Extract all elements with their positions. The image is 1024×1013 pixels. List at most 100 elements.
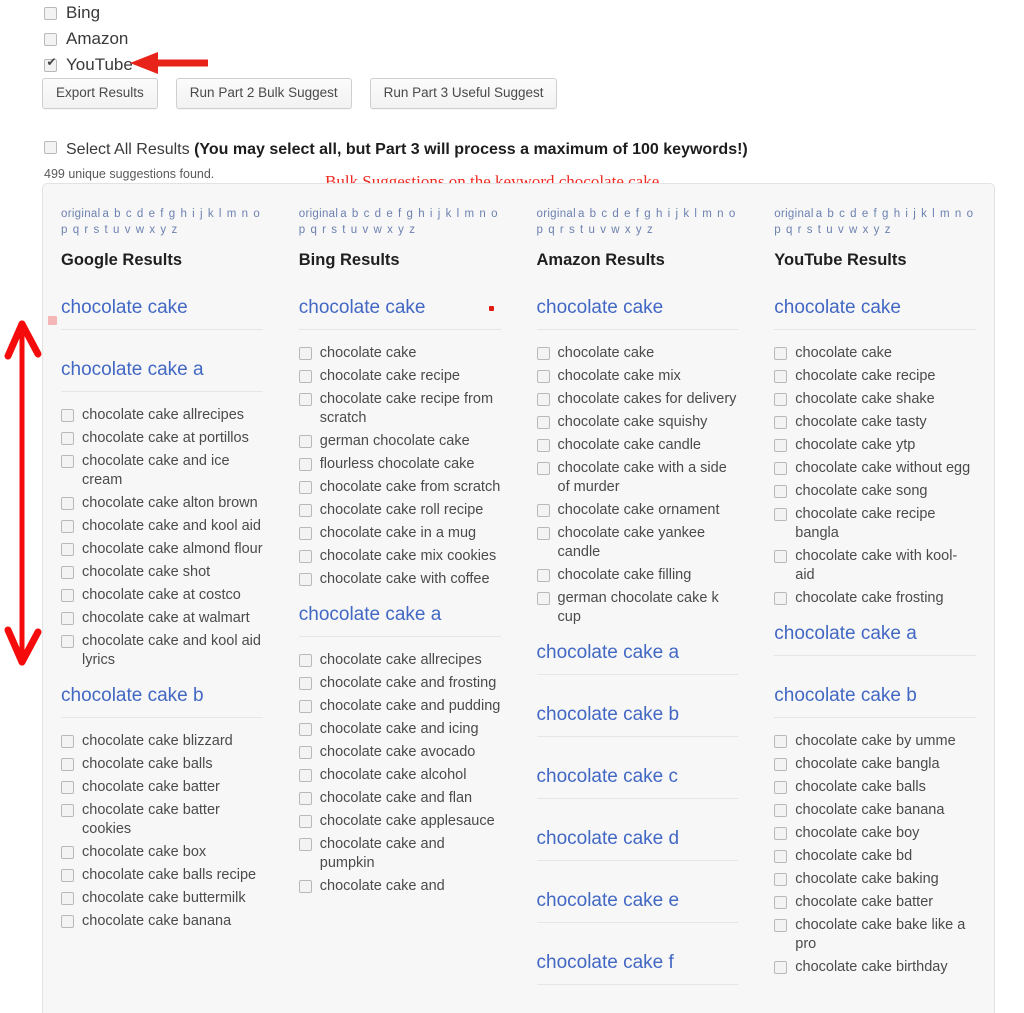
suggestion-checkbox[interactable] [774, 508, 788, 521]
suggestion-checkbox[interactable] [61, 520, 74, 533]
suggestion-item[interactable]: chocolate cake and kool aid lyrics [61, 632, 263, 670]
suggestion-item[interactable]: chocolate cake ornament [536, 501, 739, 520]
suggestion-item[interactable]: chocolate cake without egg [774, 459, 976, 478]
alphabet-nav[interactable]: original a b c d e f g h i j k l m n o p … [299, 206, 501, 238]
suggestion-item[interactable]: chocolate cake box [61, 843, 263, 862]
suggestion-item[interactable]: chocolate cake shake [774, 390, 976, 409]
suggestion-checkbox[interactable] [61, 846, 74, 859]
suggestion-item[interactable]: chocolate cake and flan [298, 789, 501, 808]
suggestion-item[interactable]: chocolate cake batter [774, 893, 976, 912]
suggestion-checkbox[interactable] [536, 569, 550, 582]
suggestion-checkbox[interactable] [536, 462, 550, 475]
suggestion-item[interactable]: chocolate cake and pudding [298, 697, 501, 716]
suggestion-checkbox[interactable] [61, 497, 74, 510]
suggestion-item[interactable]: chocolate cake batter cookies [61, 801, 263, 839]
suggestion-checkbox[interactable] [61, 432, 74, 445]
suggestion-item[interactable]: chocolate cake baking [774, 870, 976, 889]
suggestion-checkbox[interactable] [298, 527, 312, 540]
suggestion-checkbox[interactable] [61, 589, 74, 602]
suggestion-item[interactable]: chocolate cake [298, 344, 501, 363]
suggestion-checkbox[interactable] [61, 635, 74, 648]
suggestion-checkbox[interactable] [774, 370, 788, 383]
suggestion-checkbox[interactable] [298, 769, 312, 782]
suggestion-checkbox[interactable] [298, 677, 312, 690]
group-heading[interactable]: chocolate cake a [536, 641, 739, 675]
suggestion-checkbox[interactable] [774, 347, 788, 360]
run-part-3-useful-suggest-button[interactable]: Run Part 3 Useful Suggest [369, 78, 558, 109]
suggestion-item[interactable]: chocolate cake bangla [774, 755, 976, 774]
suggestion-checkbox[interactable] [298, 481, 312, 494]
suggestion-item[interactable]: chocolate cake with a side of murder [536, 459, 739, 497]
suggestion-checkbox[interactable] [298, 573, 312, 586]
suggestion-item[interactable]: chocolate cake song [774, 482, 976, 501]
engine-checkbox-bing[interactable] [44, 6, 57, 20]
group-heading[interactable]: chocolate cake b [61, 684, 263, 718]
suggestion-checkbox[interactable] [61, 758, 74, 771]
suggestion-checkbox[interactable] [774, 735, 788, 748]
suggestion-checkbox[interactable] [536, 347, 550, 360]
export-results-button[interactable]: Export Results [42, 78, 158, 109]
suggestion-checkbox[interactable] [61, 804, 74, 817]
alphabet-nav[interactable]: original a b c d e f g h i j k l m n o p … [61, 206, 263, 238]
select-all-row[interactable]: Select All Results (You may select all, … [44, 141, 748, 159]
suggestion-checkbox[interactable] [774, 485, 788, 498]
suggestion-item[interactable]: chocolate cake squishy [536, 413, 739, 432]
suggestion-checkbox[interactable] [61, 543, 74, 556]
suggestion-checkbox[interactable] [298, 838, 312, 851]
suggestion-checkbox[interactable] [536, 592, 550, 605]
suggestion-item[interactable]: chocolate cake balls [774, 778, 976, 797]
suggestion-checkbox[interactable] [536, 439, 550, 452]
alphabet-nav[interactable]: original a b c d e f g h i j k l m n o p … [537, 206, 739, 238]
suggestion-checkbox[interactable] [774, 592, 788, 605]
suggestion-item[interactable]: chocolate cake and frosting [298, 674, 501, 693]
suggestion-item[interactable]: chocolate cake banana [774, 801, 976, 820]
group-heading[interactable]: chocolate cake f [536, 951, 739, 985]
suggestion-item[interactable]: chocolate cake alcohol [298, 766, 501, 785]
alphabet-nav[interactable]: original a b c d e f g h i j k l m n o p … [774, 206, 976, 238]
suggestion-item[interactable]: chocolate cake ytp [774, 436, 976, 455]
group-heading[interactable]: chocolate cake a [61, 358, 263, 392]
engine-row-amazon[interactable]: Amazon [44, 26, 133, 52]
group-heading[interactable]: chocolate cake [298, 296, 501, 330]
suggestion-item[interactable]: chocolate cake and kool aid [61, 517, 263, 536]
suggestion-checkbox[interactable] [774, 550, 788, 563]
suggestion-item[interactable]: flourless chocolate cake [298, 455, 501, 474]
suggestion-checkbox[interactable] [61, 892, 74, 905]
suggestion-item[interactable]: german chocolate cake k cup [536, 589, 739, 627]
suggestion-item[interactable]: chocolate cake mix cookies [298, 547, 501, 566]
suggestion-item[interactable]: chocolate cake balls [61, 755, 263, 774]
suggestion-checkbox[interactable] [298, 654, 312, 667]
suggestion-item[interactable]: chocolate cake and [298, 877, 501, 896]
alphabet-original-link[interactable]: original [299, 208, 338, 220]
group-heading[interactable]: chocolate cake a [774, 622, 976, 656]
suggestion-item[interactable]: chocolate cake and icing [298, 720, 501, 739]
suggestion-item[interactable]: chocolate cake recipe bangla [774, 505, 976, 543]
group-heading[interactable]: chocolate cake c [536, 765, 739, 799]
suggestion-item[interactable]: chocolate cake applesauce [298, 812, 501, 831]
suggestion-checkbox[interactable] [774, 896, 788, 909]
group-heading[interactable]: chocolate cake [536, 296, 739, 330]
suggestion-checkbox[interactable] [774, 462, 788, 475]
alphabet-original-link[interactable]: original [537, 208, 576, 220]
engine-row-bing[interactable]: Bing [44, 0, 133, 26]
suggestion-checkbox[interactable] [536, 416, 550, 429]
suggestion-checkbox[interactable] [61, 612, 74, 625]
suggestion-item[interactable]: chocolate cake blizzard [61, 732, 263, 751]
suggestion-item[interactable]: chocolate cake bake like a pro [774, 916, 976, 954]
suggestion-item[interactable]: chocolate cake at walmart [61, 609, 263, 628]
group-heading[interactable]: chocolate cake [61, 296, 263, 330]
suggestion-item[interactable]: chocolate cake filling [536, 566, 739, 585]
suggestion-checkbox[interactable] [774, 850, 788, 863]
suggestion-item[interactable]: chocolate cake almond flour [61, 540, 263, 559]
suggestion-checkbox[interactable] [298, 504, 312, 517]
suggestion-checkbox[interactable] [536, 370, 550, 383]
suggestion-item[interactable]: chocolate cake allrecipes [298, 651, 501, 670]
suggestion-checkbox[interactable] [298, 723, 312, 736]
suggestion-item[interactable]: chocolate cake recipe [774, 367, 976, 386]
suggestion-item[interactable]: chocolate cake avocado [298, 743, 501, 762]
suggestion-item[interactable]: chocolate cake with kool-aid [774, 547, 976, 585]
suggestion-checkbox[interactable] [774, 827, 788, 840]
suggestion-checkbox[interactable] [536, 527, 550, 540]
suggestion-checkbox[interactable] [536, 504, 550, 517]
suggestion-checkbox[interactable] [61, 409, 74, 422]
